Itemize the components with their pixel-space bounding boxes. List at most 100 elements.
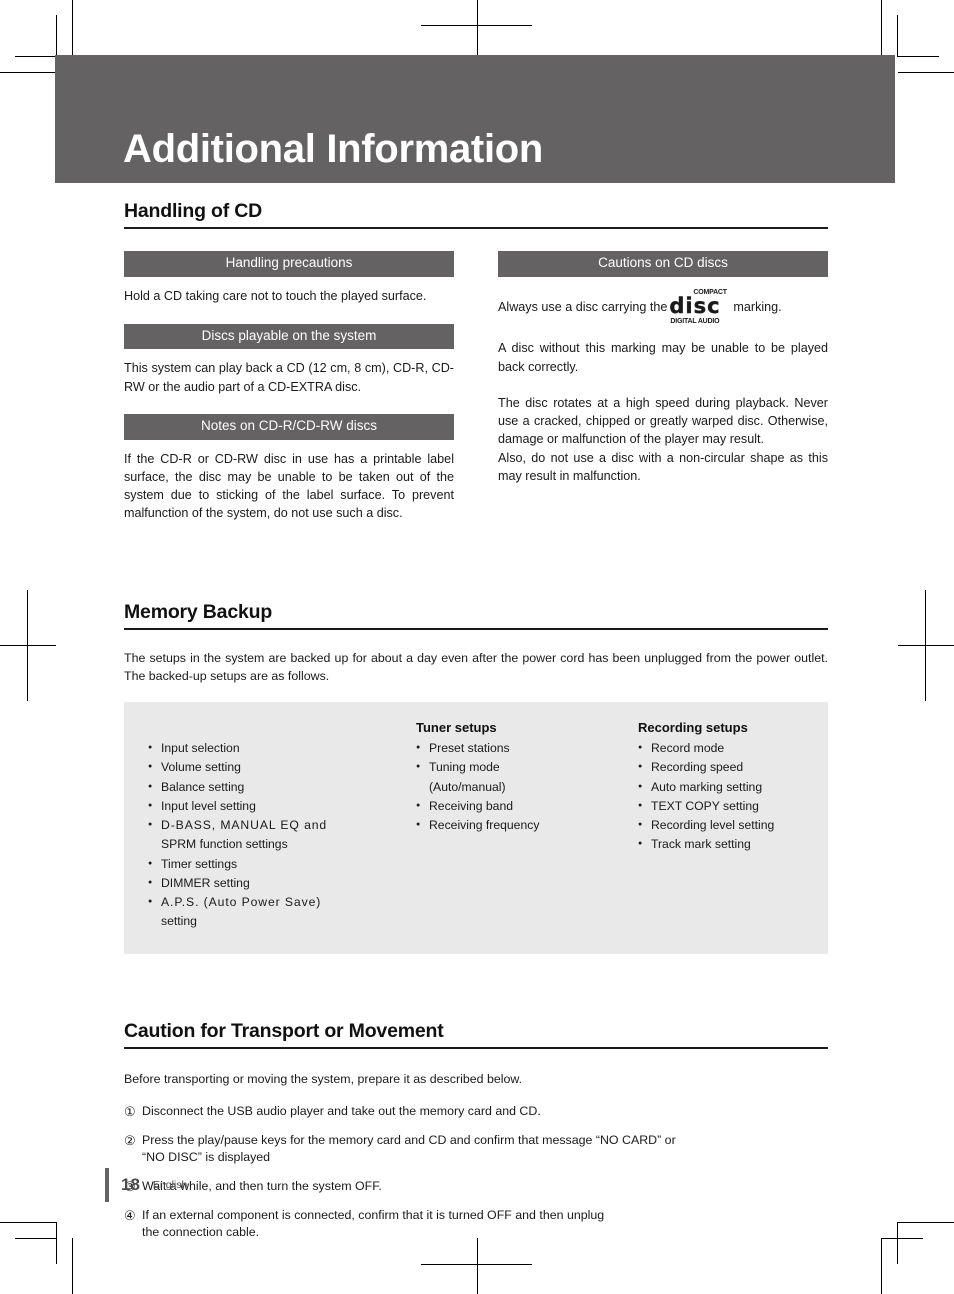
footer-language-label: English — [152, 1179, 188, 1191]
subheading-notes-cdr: Notes on CD-R/CD-RW discs — [124, 413, 454, 440]
step-number-2: ② — [124, 1132, 136, 1148]
list-item-label: TEXT COPY setting — [651, 798, 759, 813]
paragraph-notes-cdr: If the CD-R or CD-RW disc in use has a p… — [124, 451, 454, 521]
page-number: 18 — [121, 1175, 140, 1194]
list-item: Timer settings — [148, 855, 416, 874]
list-item-label: Preset stations — [429, 741, 510, 756]
list-item: Preset stations — [416, 739, 638, 758]
paragraph-disc-rotation: The disc rotates at a high speed during … — [498, 395, 828, 447]
backup-list-tuner: Preset stations Tuning mode (Auto/manual… — [416, 739, 638, 835]
step-text-line1: If an external component is connected, c… — [142, 1207, 605, 1222]
crop-mark-bottom-right-v2 — [897, 1222, 898, 1264]
list-item-label: Receiving frequency — [429, 818, 540, 833]
list-item: DIMMER setting — [148, 874, 416, 893]
section-rule-caution-transport — [124, 1047, 828, 1050]
paragraph-discs-playable: This system can play back a CD (12 cm, 8… — [124, 361, 454, 394]
cd-marking-text-before: Always use a disc carrying the — [498, 300, 668, 315]
list-item: Tuning mode (Auto/manual) — [416, 758, 638, 797]
subheading-cautions-on-cd-discs: Cautions on CD discs — [498, 251, 828, 278]
list-item: Receiving frequency — [416, 816, 638, 835]
list-item-label: Receiving band — [429, 798, 514, 813]
crop-mark-bottom-right-v1 — [881, 1238, 882, 1294]
list-item: D-BASS, MANUAL EQ and SPRM function sett… — [148, 816, 416, 855]
list-item-continuation: setting — [161, 914, 197, 929]
list-item-label: A.P.S. (Auto Power Save) — [161, 895, 322, 910]
section-caution-transport: Caution for Transport or Movement Before… — [124, 1020, 828, 1242]
cd-logo-bottom-text: DIGITAL AUDIO — [670, 318, 720, 326]
list-item: TEXT COPY setting — [638, 797, 828, 816]
crop-mark-bottom-left-h1 — [0, 1222, 56, 1223]
section-handling-of-cd: Handling of CD Handling precautions Hold… — [124, 200, 828, 523]
transport-step: ② Press the play/pause keys for the memo… — [124, 1132, 828, 1167]
chapter-title: Additional Information — [123, 127, 544, 171]
main-content: Handling of CD Handling precautions Hold… — [124, 200, 828, 1253]
subheading-handling-precautions: Handling precautions — [124, 251, 454, 278]
handling-right-column: Cautions on CD discs Always use a disc c… — [498, 251, 828, 522]
crop-mark-top-right-v2 — [897, 15, 898, 57]
backup-settings-box: Input selection Volume setting Balance s… — [124, 702, 828, 954]
backup-column-tuner-heading: Tuner setups — [416, 720, 497, 736]
step-text-line1: Disconnect the USB audio player and take… — [142, 1104, 541, 1119]
document-page: Additional Information Handling of CD Ha… — [0, 0, 954, 1294]
backup-list-recording: Record mode Recording speed Auto marking… — [638, 739, 828, 855]
list-item-label: Recording speed — [651, 760, 744, 775]
paragraph-memory-backup-intro: The setups in the system are backed up f… — [124, 651, 828, 684]
section-memory-backup: Memory Backup The setups in the system a… — [124, 601, 828, 954]
footer-accent-bar — [105, 1168, 109, 1202]
registration-mark-right-v — [925, 590, 926, 701]
step-text-line1: Press the play/pause keys for the memory… — [142, 1132, 676, 1147]
list-item-label: Input selection — [161, 741, 240, 756]
handling-columns: Handling precautions Hold a CD taking ca… — [124, 251, 828, 522]
paragraph-no-marking: A disc without this marking may be unabl… — [498, 341, 828, 374]
handling-left-column: Handling precautions Hold a CD taking ca… — [124, 251, 454, 522]
list-item: A.P.S. (Auto Power Save) setting — [148, 893, 416, 932]
list-item-label: Recording level setting — [651, 818, 775, 833]
crop-mark-bottom-right-h2 — [881, 1238, 923, 1239]
list-item-label: Timer settings — [161, 856, 238, 871]
crop-mark-bottom-left-v2 — [56, 1222, 57, 1264]
transport-step: ① Disconnect the USB audio player and ta… — [124, 1103, 828, 1121]
section-title-handling: Handling of CD — [124, 200, 263, 222]
backup-column-general: Input selection Volume setting Balance s… — [124, 720, 416, 932]
list-item: Track mark setting — [638, 835, 828, 854]
list-item-continuation: (Auto/manual) — [429, 779, 506, 794]
transport-step: ④ If an external component is connected,… — [124, 1207, 828, 1242]
step-text-line2: the connection cable. — [142, 1225, 260, 1240]
list-item-label: Tuning mode — [429, 760, 500, 775]
transport-steps-list: ① Disconnect the USB audio player and ta… — [124, 1103, 828, 1242]
list-item: Balance setting — [148, 778, 416, 797]
paragraph-non-circular: Also, do not use a disc with a non-circu… — [498, 450, 828, 483]
crop-mark-top-right-h1 — [898, 72, 954, 73]
backup-column-tuner: Tuner setups Preset stations Tuning mode… — [416, 720, 638, 932]
section-rule-memory-backup — [124, 628, 828, 631]
backup-column-recording: Recording setups Record mode Recording s… — [638, 720, 828, 932]
section-rule-handling — [124, 227, 828, 230]
list-item: Recording level setting — [638, 816, 828, 835]
registration-mark-top-v — [477, 0, 478, 56]
list-item: Volume setting — [148, 758, 416, 777]
list-item: Input selection — [148, 739, 416, 758]
list-item-continuation: SPRM function settings — [161, 837, 288, 852]
crop-mark-bottom-left-h2 — [15, 1238, 57, 1239]
compact-disc-digital-audio-icon: COMPACT disc DIGITAL AUDIO — [669, 289, 731, 325]
backup-list-general: Input selection Volume setting Balance s… — [148, 739, 416, 932]
registration-mark-left-h — [0, 645, 56, 646]
crop-mark-top-right-v1 — [881, 0, 882, 56]
list-item-label: D-BASS, MANUAL EQ and — [161, 818, 328, 833]
section-title-memory-backup: Memory Backup — [124, 600, 273, 623]
crop-mark-top-left-v1 — [72, 0, 73, 56]
list-item-label: Record mode — [651, 741, 725, 756]
paragraph-handling-precautions: Hold a CD taking care not to touch the p… — [124, 289, 427, 304]
step-text-line2: “NO DISC” is displayed — [142, 1150, 271, 1165]
registration-mark-left-v — [27, 590, 28, 701]
page-footer: 18 English — [105, 1168, 187, 1202]
crop-mark-bottom-left-v1 — [72, 1238, 73, 1294]
crop-mark-top-left-h2 — [15, 56, 57, 57]
transport-step: ③ Wait a while, and then turn the system… — [124, 1178, 828, 1196]
cd-marking-text-after: marking. — [733, 300, 782, 315]
list-item: Auto marking setting — [638, 778, 828, 797]
step-number-1: ① — [124, 1104, 136, 1120]
cd-marking-line: Always use a disc carrying the COMPACT d… — [498, 289, 828, 325]
list-item: Record mode — [638, 739, 828, 758]
list-item: Recording speed — [638, 758, 828, 777]
